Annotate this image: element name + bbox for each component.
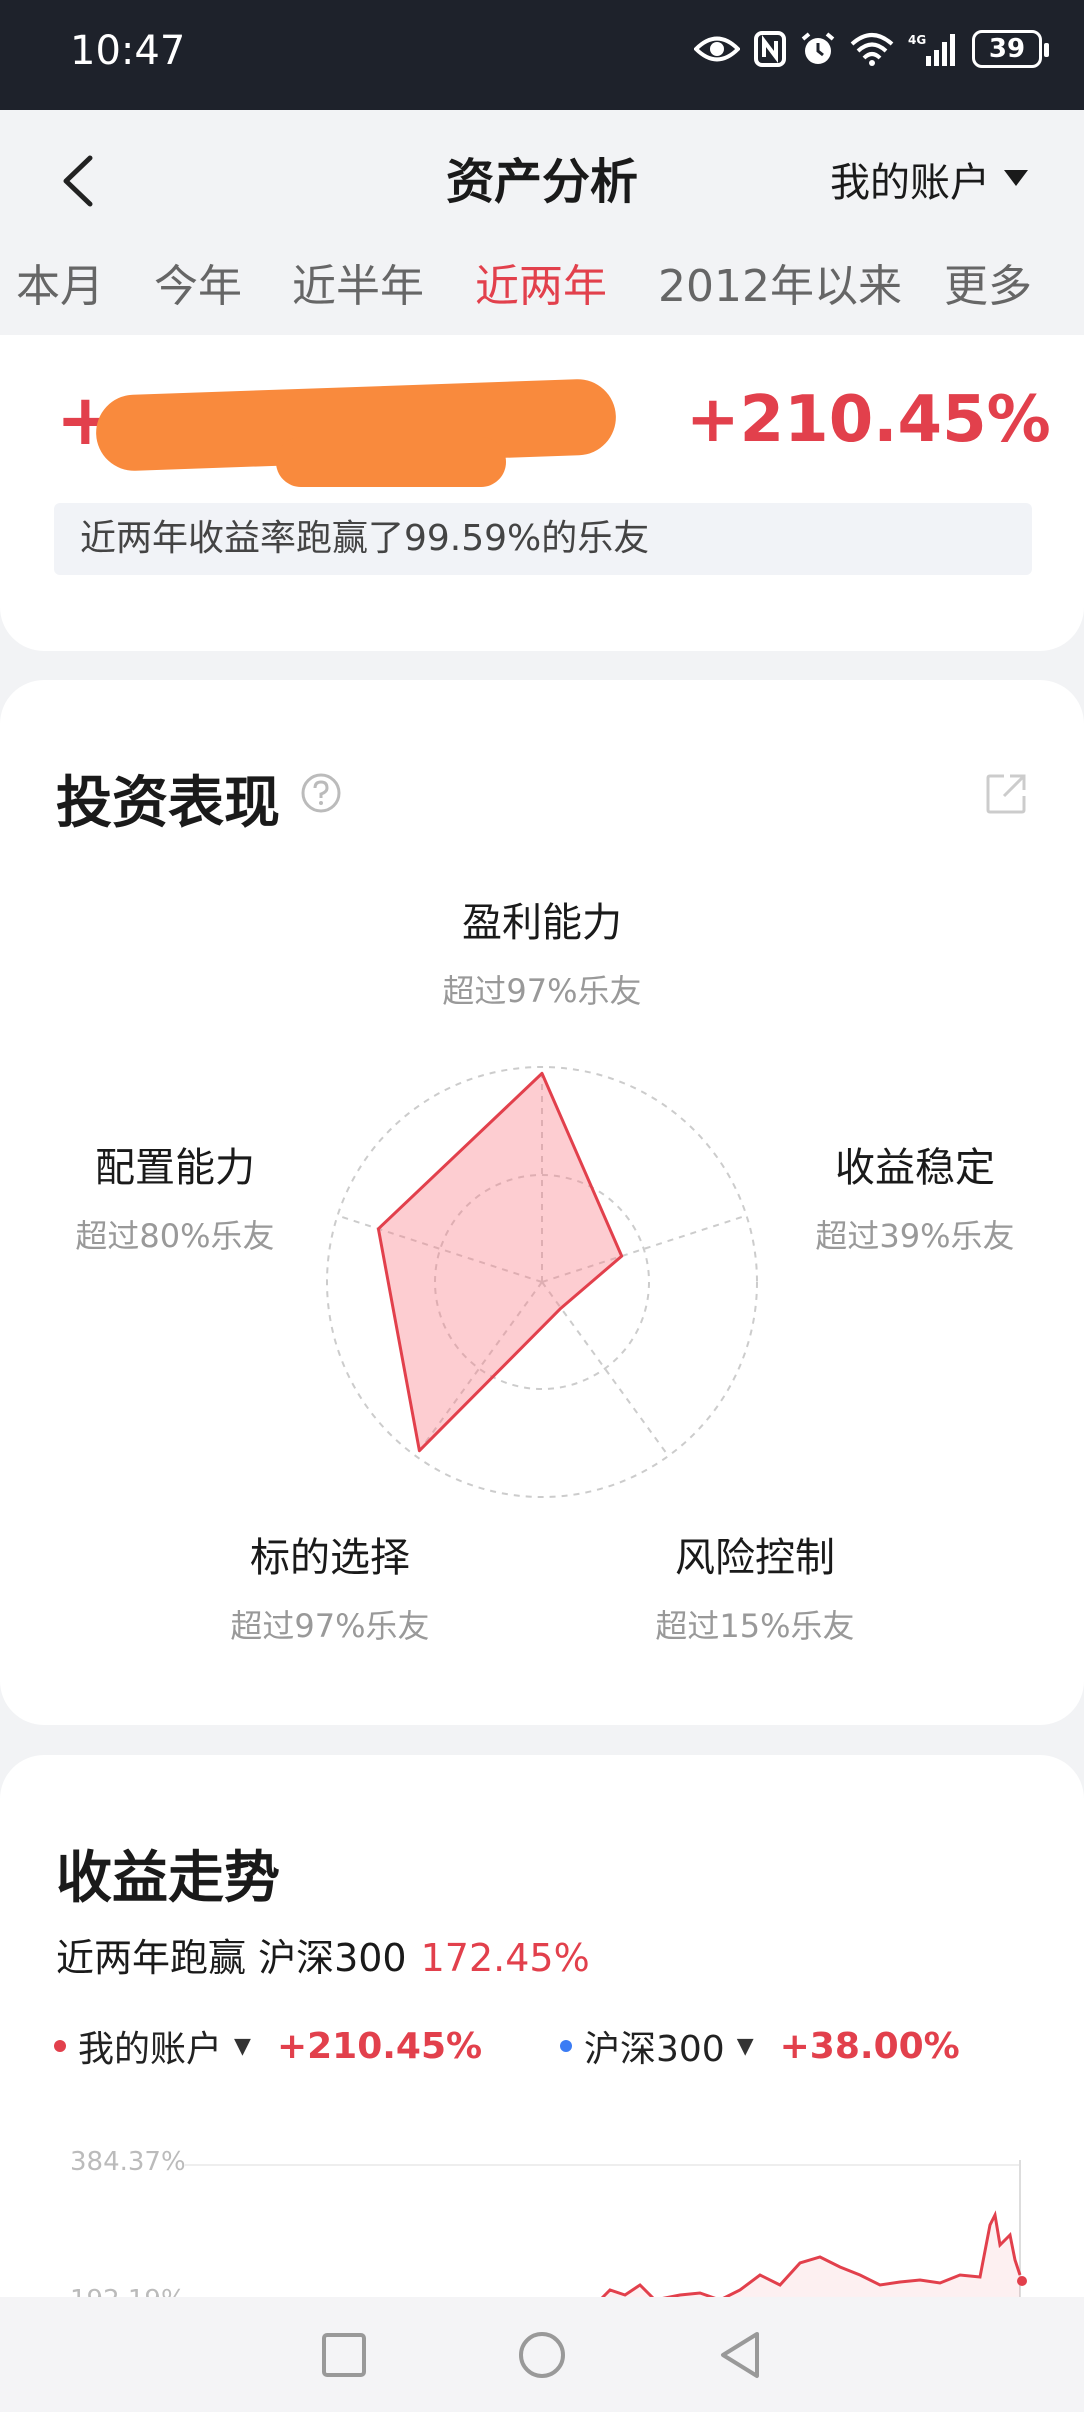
system-nav-bar [0,2297,1084,2412]
status-time: 10:47 [70,28,186,74]
caret-down-icon [1004,170,1028,186]
gain-row: + +210.45% [56,377,1051,487]
rank-banner: 近两年收益率跑赢了99.59%的乐友 [54,503,1032,575]
tab-this-month[interactable]: 本月 [16,250,104,314]
status-bar: 10:47 4G 39 [0,0,1084,110]
summary-card: + +210.45% 近两年收益率跑赢了99.59%的乐友 [0,335,1084,651]
wifi-icon [850,33,894,66]
tab-half-year[interactable]: 近半年 [292,250,424,314]
tab-more[interactable]: 更多 [944,250,1032,314]
dimension-name: 盈利能力 [462,900,622,946]
radar-label-risk: 风险控制 超过15%乐友 [595,1525,915,1647]
dimension-name: 配置能力 [95,1145,255,1191]
dimension-percentile: 超过80%乐友 [75,1217,275,1255]
tab-two-years[interactable]: 近两年 [475,250,607,314]
period-tabs: 本月 今年 近半年 近两年 2012年以来 更多 [0,250,1084,320]
radar-polygon [376,1071,624,1453]
svg-text:4G: 4G [908,33,926,47]
recent-apps-icon[interactable] [321,2332,367,2378]
eye-icon [694,36,740,62]
dimension-percentile: 超过97%乐友 [442,972,642,1010]
header: 资产分析 我的账户 本月 今年 近半年 近两年 2012年以来 更多 [0,110,1084,335]
status-icons: 4G 39 [694,30,1049,68]
dimension-percentile: 超过15%乐友 [655,1607,855,1645]
home-icon[interactable] [517,2330,567,2380]
gain-rate: +210.45% [686,383,1051,457]
nfc-icon [754,31,786,67]
account-label: 我的账户 [830,160,990,206]
tab-this-year[interactable]: 今年 [154,250,242,314]
performance-card: 投资表现 盈利能力 超过97%乐友 收益稳定 超过39%乐友 风险控制 超过15… [0,680,1084,1725]
dimension-percentile: 超过39%乐友 [815,1217,1015,1255]
dimension-name: 标的选择 [250,1535,410,1581]
dimension-name: 风险控制 [675,1535,835,1581]
radar-label-selection: 标的选择 超过97%乐友 [170,1525,490,1647]
radar-label-stability: 收益稳定 超过39%乐友 [755,1135,1075,1257]
dimension-percentile: 超过97%乐友 [230,1607,430,1645]
radar-label-allocation: 配置能力 超过80%乐友 [15,1135,335,1257]
dimension-name: 收益稳定 [835,1145,995,1191]
back-triangle-icon[interactable] [717,2330,763,2380]
gain-amount: + [56,377,618,487]
tab-since-2012[interactable]: 2012年以来 [658,250,902,314]
radar-label-profit: 盈利能力 超过97%乐友 [382,890,702,1012]
signal-icon: 4G [908,33,955,66]
my-account-endpoint [1017,2276,1027,2286]
battery-indicator: 39 [972,30,1049,68]
redaction-scribble-2 [276,437,506,487]
account-selector[interactable]: 我的账户 [830,150,1028,208]
alarm-icon [801,32,835,64]
